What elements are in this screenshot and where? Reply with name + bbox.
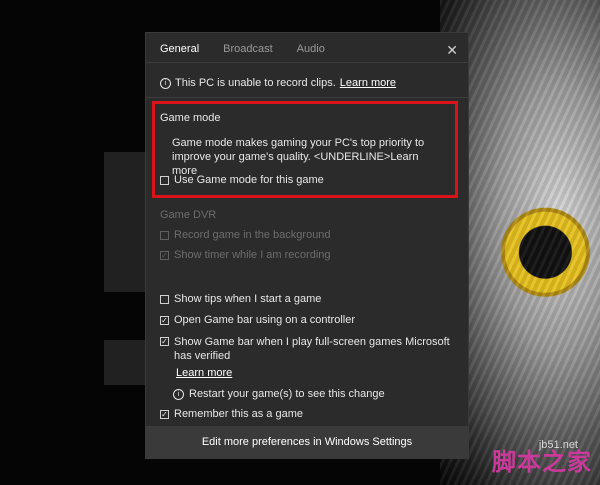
controller-label: Open Game bar using on a controller	[174, 314, 355, 326]
show-tips-label: Show tips when I start a game	[174, 293, 322, 305]
fullscreen-row[interactable]: ✓ Show Game bar when I play full-screen …	[160, 335, 464, 363]
checkbox-checked-icon: ✓	[160, 250, 169, 260]
info-divider	[146, 97, 468, 98]
checkbox-unchecked-icon[interactable]	[160, 294, 169, 304]
tab-bar: General Broadcast Audio	[160, 43, 325, 59]
logo-watermark-block	[104, 152, 152, 292]
restart-notice-row: i Restart your game(s) to see this chang…	[173, 388, 385, 400]
checkbox-checked-icon[interactable]: ✓	[160, 315, 169, 325]
tab-divider	[146, 62, 468, 63]
fullscreen-label: Show Game bar when I play full-screen ga…	[174, 336, 450, 362]
tab-general[interactable]: General	[160, 43, 199, 59]
watermark-text: 脚本之家	[492, 448, 592, 476]
logo-watermark-block	[104, 340, 152, 385]
controller-row[interactable]: ✓ Open Game bar using on a controller	[160, 314, 355, 326]
info-icon: i	[160, 77, 171, 89]
close-icon[interactable]: ✕	[446, 42, 458, 59]
restart-notice-text: Restart your game(s) to see this change	[189, 388, 385, 400]
tab-broadcast[interactable]: Broadcast	[223, 43, 273, 59]
learn-more-link[interactable]: Learn more	[340, 77, 396, 89]
remember-game-label: Remember this as a game	[174, 408, 303, 420]
show-timer-row: ✓ Show timer while I am recording	[160, 249, 331, 261]
checkbox-checked-icon[interactable]: ✓	[160, 337, 169, 346]
record-background-row: Record game in the background	[160, 229, 331, 241]
show-timer-label: Show timer while I am recording	[174, 249, 331, 261]
windows-settings-label: Edit more preferences in Windows Setting…	[201, 436, 413, 448]
tab-audio[interactable]: Audio	[297, 43, 325, 59]
fullscreen-learn-more-link[interactable]: Learn more	[176, 367, 232, 379]
checkbox-checked-icon[interactable]: ✓	[160, 409, 169, 419]
remember-game-row[interactable]: ✓ Remember this as a game	[160, 408, 303, 420]
info-icon: i	[173, 388, 184, 400]
game-dvr-title: Game DVR	[160, 209, 217, 221]
record-info-row: i This PC is unable to record clips. Lea…	[160, 77, 396, 89]
game-mode-highlight-frame	[152, 101, 458, 198]
show-tips-row[interactable]: Show tips when I start a game	[160, 293, 321, 305]
checkbox-unchecked-icon	[160, 230, 169, 240]
game-bar-settings-panel: General Broadcast Audio ✕ i This PC is u…	[146, 33, 468, 458]
info-text: This PC is unable to record clips.	[175, 77, 336, 89]
windows-settings-button[interactable]: Edit more preferences in Windows Setting…	[146, 426, 468, 458]
record-background-label: Record game in the background	[174, 229, 331, 241]
